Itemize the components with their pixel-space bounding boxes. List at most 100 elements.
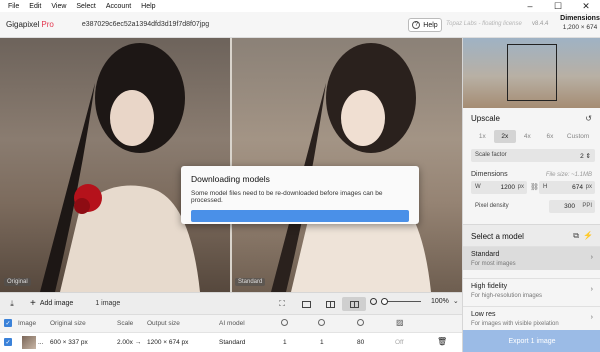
download-progress-bar bbox=[191, 210, 409, 222]
collapse-icon[interactable]: ⤓ bbox=[4, 299, 20, 309]
export-label: Export 1 image bbox=[508, 337, 556, 345]
pixel-density-field: Pixel density 300 PPI bbox=[471, 200, 595, 213]
chevron-right-icon: › bbox=[590, 254, 593, 261]
chevron-down-icon[interactable]: ⌄ bbox=[453, 297, 459, 305]
pixel-density-unit[interactable]: PPI bbox=[582, 203, 592, 209]
menu-view[interactable]: View bbox=[46, 3, 71, 10]
image-count: 1 image bbox=[95, 300, 121, 307]
menu-help[interactable]: Help bbox=[136, 3, 160, 10]
zoom-out-icon[interactable] bbox=[370, 297, 377, 305]
tab-6x[interactable]: 6x bbox=[539, 130, 562, 143]
settings-panel: Upscale ↺ 1x 2x 4x 6x Custom Scale facto… bbox=[462, 38, 600, 352]
model-high-fidelity[interactable]: High fidelity For high-resolution images… bbox=[463, 278, 600, 302]
modal-message: Some model files need to be re-downloade… bbox=[191, 190, 383, 204]
tab-4x[interactable]: 4x bbox=[516, 130, 539, 143]
minimize-icon[interactable]: – bbox=[516, 0, 544, 12]
side-by-side-view-icon[interactable] bbox=[342, 297, 366, 311]
tab-custom[interactable]: Custom bbox=[561, 130, 595, 143]
maximize-icon[interactable]: ☐ bbox=[544, 0, 572, 12]
license-text: Topaz Labs - floating license bbox=[446, 21, 522, 27]
row-value-3: 80 bbox=[357, 339, 365, 346]
compare-models-icon[interactable]: ⧉ bbox=[573, 231, 579, 241]
col-output-size: Output size bbox=[147, 320, 180, 327]
app-name: Gigapixel bbox=[6, 20, 40, 29]
crop-icon[interactable]: ⛶ bbox=[270, 297, 294, 311]
version-text: v8.4.4 bbox=[532, 21, 549, 27]
row-value-2: 1 bbox=[320, 339, 324, 346]
tab-2x[interactable]: 2x bbox=[493, 130, 517, 143]
scale-factor-field[interactable]: Scale factor 2 ⇕ bbox=[471, 149, 595, 162]
scale-factor-value: 2 ⇕ bbox=[580, 153, 591, 160]
menu-edit[interactable]: Edit bbox=[24, 3, 46, 10]
help-label: Help bbox=[423, 21, 438, 29]
select-model-title: Select a model bbox=[471, 232, 524, 241]
zoom-slider[interactable] bbox=[381, 297, 421, 305]
menu-file[interactable]: File bbox=[3, 3, 24, 10]
face-recovery-icon bbox=[281, 319, 288, 326]
model-low-res-name: Low res bbox=[471, 311, 496, 318]
scale-factor-label: Scale factor bbox=[475, 152, 507, 158]
auto-model-icon[interactable]: ⚡ bbox=[583, 231, 593, 240]
export-button[interactable]: Export 1 image bbox=[463, 330, 600, 352]
split-view-icon[interactable] bbox=[318, 297, 342, 311]
height-label: H bbox=[543, 184, 548, 190]
row-ai-model: Standard bbox=[219, 339, 246, 346]
dimensions-title: Dimensions bbox=[560, 15, 600, 22]
model-low-res[interactable]: Low res For images with visible pixelati… bbox=[463, 306, 600, 330]
add-image-button[interactable]: + Add image bbox=[30, 298, 73, 309]
width-value: 1200 bbox=[500, 184, 515, 191]
height-field[interactable]: H 674 px bbox=[539, 181, 595, 194]
model-section-header: Select a model ⧉ ⚡ bbox=[463, 224, 600, 246]
app-brand: Gigapixel Pro bbox=[6, 20, 54, 29]
link-icon[interactable]: ⛓ bbox=[530, 183, 539, 191]
dimensions-value: 1,200 × 674 bbox=[562, 24, 598, 31]
model-standard-name: Standard bbox=[471, 251, 500, 258]
width-label: W bbox=[475, 184, 481, 190]
dimension-fields: W 1200 px ⛓ H 674 px bbox=[471, 181, 595, 194]
model-high-fidelity-name: High fidelity bbox=[471, 283, 508, 290]
model-standard[interactable]: Standard For most images › bbox=[463, 246, 600, 270]
plus-icon: + bbox=[30, 298, 36, 309]
window-controls: – ☐ ✕ bbox=[516, 0, 600, 12]
width-unit: px bbox=[517, 184, 524, 190]
chevron-right-icon: › bbox=[590, 314, 593, 321]
denoise-icon bbox=[318, 319, 325, 326]
original-photo bbox=[40, 43, 200, 292]
height-value: 674 bbox=[572, 184, 583, 191]
navigator-thumbnail[interactable] bbox=[463, 38, 600, 108]
modal-title: Downloading models bbox=[191, 174, 270, 184]
model-low-res-sub: For images with visible pixelation bbox=[471, 321, 559, 327]
row-checkbox[interactable]: ✓ bbox=[4, 338, 12, 346]
view-mode-group: ⛶ bbox=[270, 297, 366, 311]
select-all-checkbox[interactable]: ✓ bbox=[4, 319, 12, 327]
unit-dropdown[interactable]: px bbox=[586, 184, 592, 190]
row-name: ... bbox=[38, 339, 44, 346]
navigator-viewport[interactable] bbox=[507, 44, 557, 101]
col-ai-model: AI model bbox=[219, 320, 245, 327]
dimensions-readout: Dimensions 1,200 × 674 bbox=[560, 15, 600, 31]
menu-select[interactable]: Select bbox=[71, 3, 100, 10]
zoom-value[interactable]: 100% bbox=[431, 298, 449, 305]
reset-icon[interactable]: ↺ bbox=[585, 114, 592, 123]
pixel-density-value[interactable]: 300 bbox=[564, 203, 575, 210]
single-view-icon[interactable] bbox=[294, 297, 318, 311]
table-row[interactable]: ✓ ... 600 × 337 px 2.00x → 1200 × 674 px… bbox=[0, 332, 462, 352]
image-table-header: ✓ Image Original size Scale Output size … bbox=[0, 314, 462, 332]
add-image-label: Add image bbox=[39, 300, 74, 307]
download-modal: Downloading models Some model files need… bbox=[181, 166, 419, 224]
zoom-slider-knob[interactable] bbox=[381, 297, 388, 305]
help-button[interactable]: ? Help bbox=[408, 18, 442, 32]
menu-account[interactable]: Account bbox=[101, 3, 136, 10]
title-bar: Gigapixel Pro e387029c6ec52a1394dfd3d19f7… bbox=[0, 12, 600, 38]
width-field[interactable]: W 1200 px bbox=[471, 181, 527, 194]
upscale-icon: ▨ bbox=[396, 318, 404, 327]
upscale-title: Upscale bbox=[471, 114, 500, 123]
col-scale: Scale bbox=[117, 320, 134, 327]
compare-divider[interactable] bbox=[230, 38, 232, 292]
zoom-control: 100% ⌄ bbox=[370, 297, 459, 305]
original-label: Original bbox=[4, 278, 31, 286]
chevron-right-icon: › bbox=[590, 286, 593, 293]
tab-1x[interactable]: 1x bbox=[471, 130, 494, 143]
trash-icon[interactable]: 🗑 bbox=[437, 337, 447, 346]
close-icon[interactable]: ✕ bbox=[572, 0, 600, 12]
